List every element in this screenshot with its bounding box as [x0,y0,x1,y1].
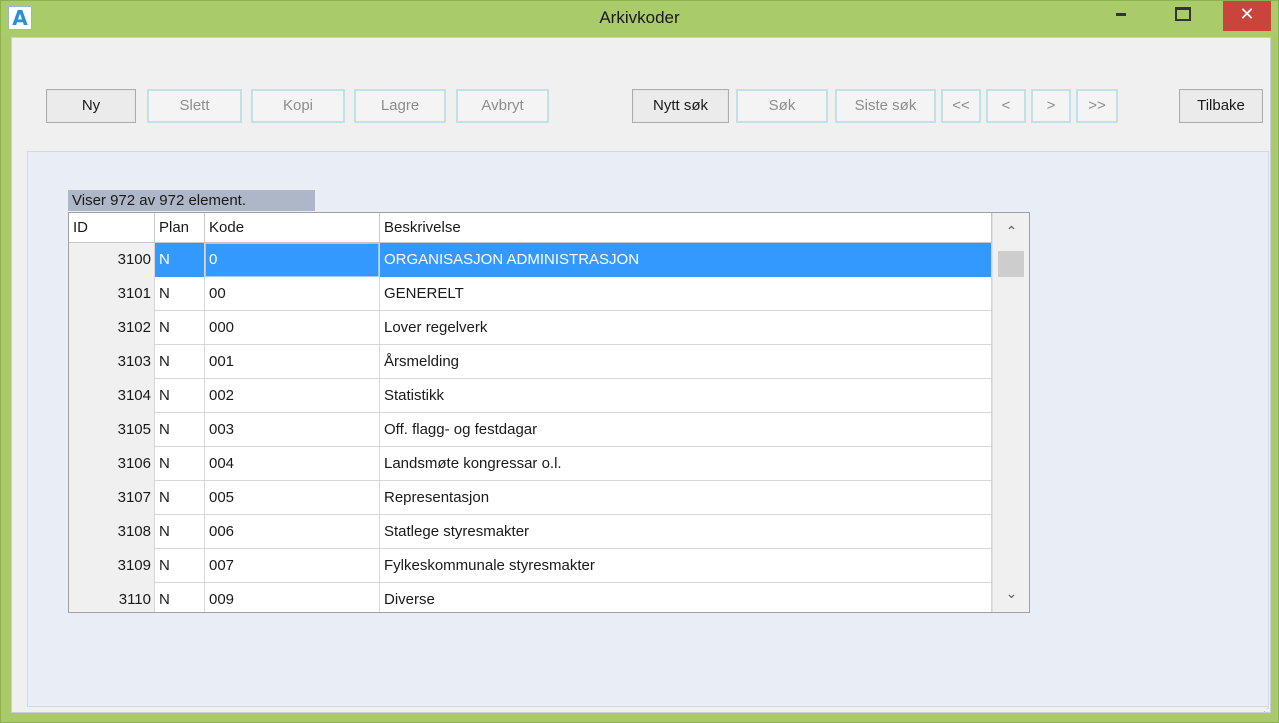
cell-id[interactable]: 3109 [69,549,155,583]
cell-id[interactable]: 3106 [69,447,155,481]
cell-plan[interactable]: N [155,413,205,447]
grid-header: ID Plan Kode Beskrivelse [69,213,992,243]
cell-beskrivelse[interactable]: Lover regelverk [380,311,992,345]
cell-beskrivelse[interactable]: Fylkeskommunale styresmakter [380,549,992,583]
cell-plan[interactable]: N [155,379,205,413]
cell-kode[interactable]: 000 [205,311,380,345]
table-row[interactable]: 3110 N 009 Diverse [69,583,992,612]
close-icon[interactable]: ✕ [1223,1,1271,31]
cell-kode[interactable]: 001 [205,345,380,379]
cell-beskrivelse[interactable]: GENERELT [380,277,992,311]
cell-id[interactable]: 3105 [69,413,155,447]
maximize-icon[interactable] [1161,1,1201,29]
table-row[interactable]: 3108 N 006 Statlege styresmakter [69,515,992,549]
app-window: A Arkivkoder ✕ Ny Slett Kopi Lagre Avbry… [0,0,1279,723]
cell-beskrivelse[interactable]: Statlege styresmakter [380,515,992,549]
previous-record-button[interactable]: < [986,89,1026,123]
cell-id[interactable]: 3101 [69,277,155,311]
cell-plan[interactable]: N [155,481,205,515]
table-row[interactable]: 3109 N 007 Fylkeskommunale styresmakter [69,549,992,583]
cell-plan[interactable]: N [155,447,205,481]
scroll-up-icon[interactable]: ⌃ [993,217,1029,247]
cell-plan[interactable]: N [155,583,205,612]
cell-kode[interactable]: 0 [205,243,380,277]
cell-id[interactable]: 3108 [69,515,155,549]
cell-beskrivelse[interactable]: Off. flagg- og festdagar [380,413,992,447]
table-row[interactable]: 3101 N 00 GENERELT [69,277,992,311]
column-header-plan[interactable]: Plan [155,213,205,243]
table-row[interactable]: 3106 N 004 Landsmøte kongressar o.l. [69,447,992,481]
cell-kode[interactable]: 00 [205,277,380,311]
back-button[interactable]: Tilbake [1179,89,1263,123]
cell-id[interactable]: 3104 [69,379,155,413]
save-button[interactable]: Lagre [354,89,446,123]
cell-kode[interactable]: 004 [205,447,380,481]
delete-button[interactable]: Slett [147,89,242,123]
resize-grip-icon[interactable]: ⋰ [1263,703,1275,715]
records-grid[interactable]: ID Plan Kode Beskrivelse 3100 N 0 ORGANISAS… [68,212,1030,613]
cell-plan[interactable]: N [155,311,205,345]
cell-beskrivelse[interactable]: Landsmøte kongressar o.l. [380,447,992,481]
copy-button[interactable]: Kopi [251,89,345,123]
cell-kode[interactable]: 002 [205,379,380,413]
cell-beskrivelse[interactable]: Diverse [380,583,992,612]
cell-kode[interactable]: 007 [205,549,380,583]
cell-id[interactable]: 3102 [69,311,155,345]
scroll-down-icon[interactable]: ⌄ [993,579,1029,609]
cell-id[interactable]: 3107 [69,481,155,515]
window-title: Arkivkoder [599,8,680,27]
new-search-button[interactable]: Nytt søk [632,89,729,123]
cell-id[interactable]: 3103 [69,345,155,379]
last-record-button[interactable]: >> [1076,89,1118,123]
cell-beskrivelse[interactable]: Representasjon [380,481,992,515]
cell-kode[interactable]: 009 [205,583,380,612]
title-bar[interactable]: A Arkivkoder ✕ [1,1,1278,37]
cell-plan[interactable]: N [155,515,205,549]
cell-beskrivelse[interactable]: Årsmelding [380,345,992,379]
cell-id[interactable]: 3110 [69,583,155,612]
last-search-button[interactable]: Siste søk [835,89,936,123]
column-header-kode[interactable]: Kode [205,213,380,243]
next-record-button[interactable]: > [1031,89,1071,123]
column-header-id[interactable]: ID [69,213,155,243]
table-row[interactable]: 3100 N 0 ORGANISASJON ADMINISTRASJON [69,243,992,277]
search-button[interactable]: Søk [736,89,828,123]
cell-plan[interactable]: N [155,277,205,311]
column-header-beskrivelse[interactable]: Beskrivelse [380,213,992,243]
vertical-scrollbar[interactable]: ⌃ ⌄ [992,213,1029,612]
cell-plan[interactable]: N [155,549,205,583]
minimize-icon[interactable] [1101,1,1141,29]
cell-plan[interactable]: N [155,345,205,379]
cancel-button[interactable]: Avbryt [456,89,549,123]
record-count-label: Viser 972 av 972 element. [68,190,315,211]
scroll-thumb[interactable] [998,251,1024,277]
first-record-button[interactable]: << [941,89,981,123]
cell-plan[interactable]: N [155,243,205,277]
cell-kode[interactable]: 003 [205,413,380,447]
cell-kode[interactable]: 005 [205,481,380,515]
table-row[interactable]: 3107 N 005 Representasjon [69,481,992,515]
new-button[interactable]: Ny [46,89,136,123]
table-row[interactable]: 3102 N 000 Lover regelverk [69,311,992,345]
cell-beskrivelse[interactable]: Statistikk [380,379,992,413]
table-row[interactable]: 3103 N 001 Årsmelding [69,345,992,379]
cell-beskrivelse[interactable]: ORGANISASJON ADMINISTRASJON [380,243,992,277]
table-row[interactable]: 3105 N 003 Off. flagg- og festdagar [69,413,992,447]
cell-id[interactable]: 3100 [69,243,155,277]
cell-kode[interactable]: 006 [205,515,380,549]
table-row[interactable]: 3104 N 002 Statistikk [69,379,992,413]
